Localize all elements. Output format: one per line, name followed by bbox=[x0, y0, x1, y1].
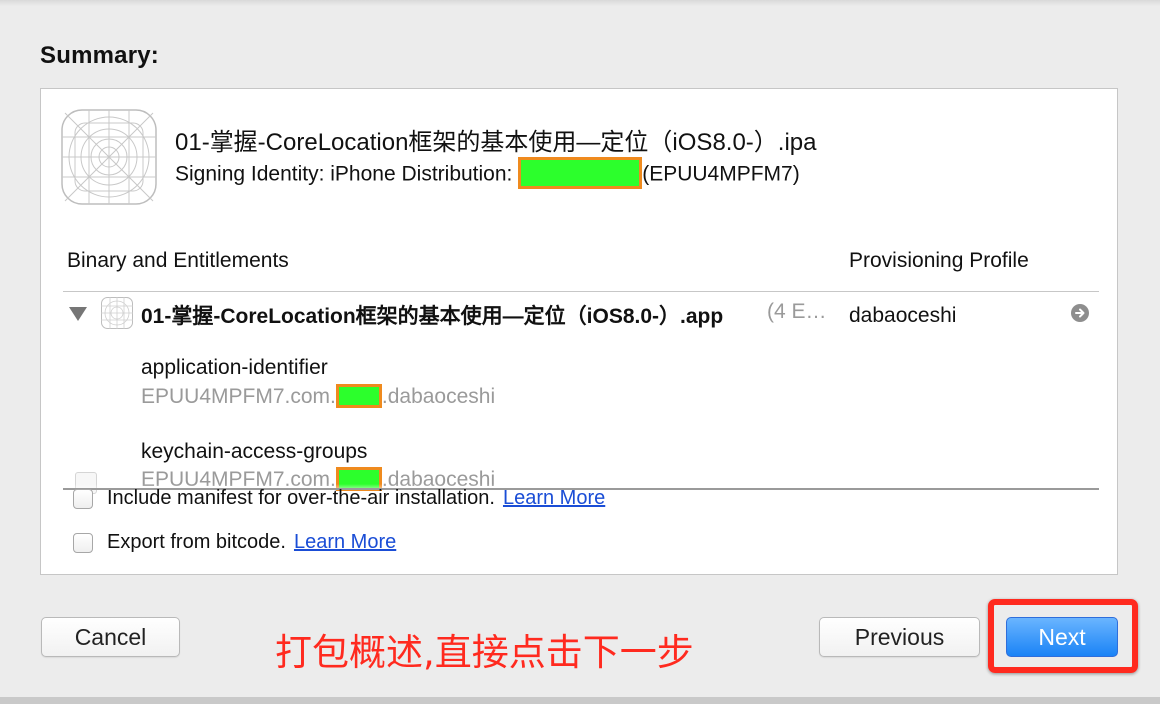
bitcode-label: Export from bitcode. bbox=[107, 531, 286, 553]
column-header-profile: Provisioning Profile bbox=[849, 249, 1029, 272]
entitlement-value-suffix: .dabaoceshi bbox=[381, 385, 496, 408]
disclosure-triangle-down-icon[interactable] bbox=[69, 307, 87, 321]
ipa-filename: 01-掌握-CoreLocation框架的基本使用—定位（iOS8.0-）.ip… bbox=[175, 129, 817, 156]
cancel-button[interactable]: Cancel bbox=[41, 617, 180, 657]
bitcode-learn-more-link[interactable]: Learn More bbox=[294, 531, 396, 554]
arrow-circle-right-icon[interactable] bbox=[1071, 304, 1089, 322]
sheet-bottom-edge bbox=[0, 697, 1160, 704]
manifest-label: Include manifest for over-the-air instal… bbox=[107, 487, 495, 509]
manifest-learn-more-link[interactable]: Learn More bbox=[503, 487, 605, 510]
app-icon-template bbox=[61, 109, 157, 205]
redaction-box bbox=[335, 383, 382, 408]
next-button[interactable]: Next bbox=[1006, 617, 1118, 657]
annotation-text: 打包概述,直接点击下一步 bbox=[275, 631, 694, 674]
entitlement-count: (4 E… bbox=[767, 300, 827, 323]
summary-panel: 01-掌握-CoreLocation框架的基本使用—定位（iOS8.0-）.ip… bbox=[40, 88, 1118, 575]
app-icon-small bbox=[101, 297, 133, 329]
manifest-checkbox[interactable] bbox=[73, 488, 93, 509]
provisioning-profile-value: dabaoceshi bbox=[849, 304, 957, 327]
entitlement-value: EPUU4MPFM7.com. .dabaoceshi bbox=[141, 383, 496, 409]
entitlement-key: application-identifier bbox=[141, 356, 328, 379]
redaction-box bbox=[518, 157, 643, 189]
bitcode-checkbox[interactable] bbox=[73, 532, 93, 553]
summary-title: Summary: bbox=[40, 42, 159, 69]
entitlement-value-prefix: EPUU4MPFM7.com. bbox=[141, 385, 336, 408]
entitlement-key: keychain-access-groups bbox=[141, 440, 368, 463]
signing-label: Signing Identity: iPhone Distribution: bbox=[175, 162, 519, 186]
signing-team-id: (EPUU4MPFM7) bbox=[642, 162, 800, 186]
bitcode-option: Export from bitcode. Learn More bbox=[73, 531, 396, 554]
signing-identity: Signing Identity: iPhone Distribution: (… bbox=[175, 157, 800, 189]
manifest-option: Include manifest for over-the-air instal… bbox=[73, 487, 605, 510]
sheet-top-edge bbox=[0, 0, 1160, 6]
header-divider bbox=[63, 291, 1099, 292]
column-header-binary: Binary and Entitlements bbox=[67, 249, 289, 272]
app-bundle-name[interactable]: 01-掌握-CoreLocation框架的基本使用—定位（iOS8.0-）.ap… bbox=[141, 300, 723, 330]
previous-button[interactable]: Previous bbox=[819, 617, 980, 657]
